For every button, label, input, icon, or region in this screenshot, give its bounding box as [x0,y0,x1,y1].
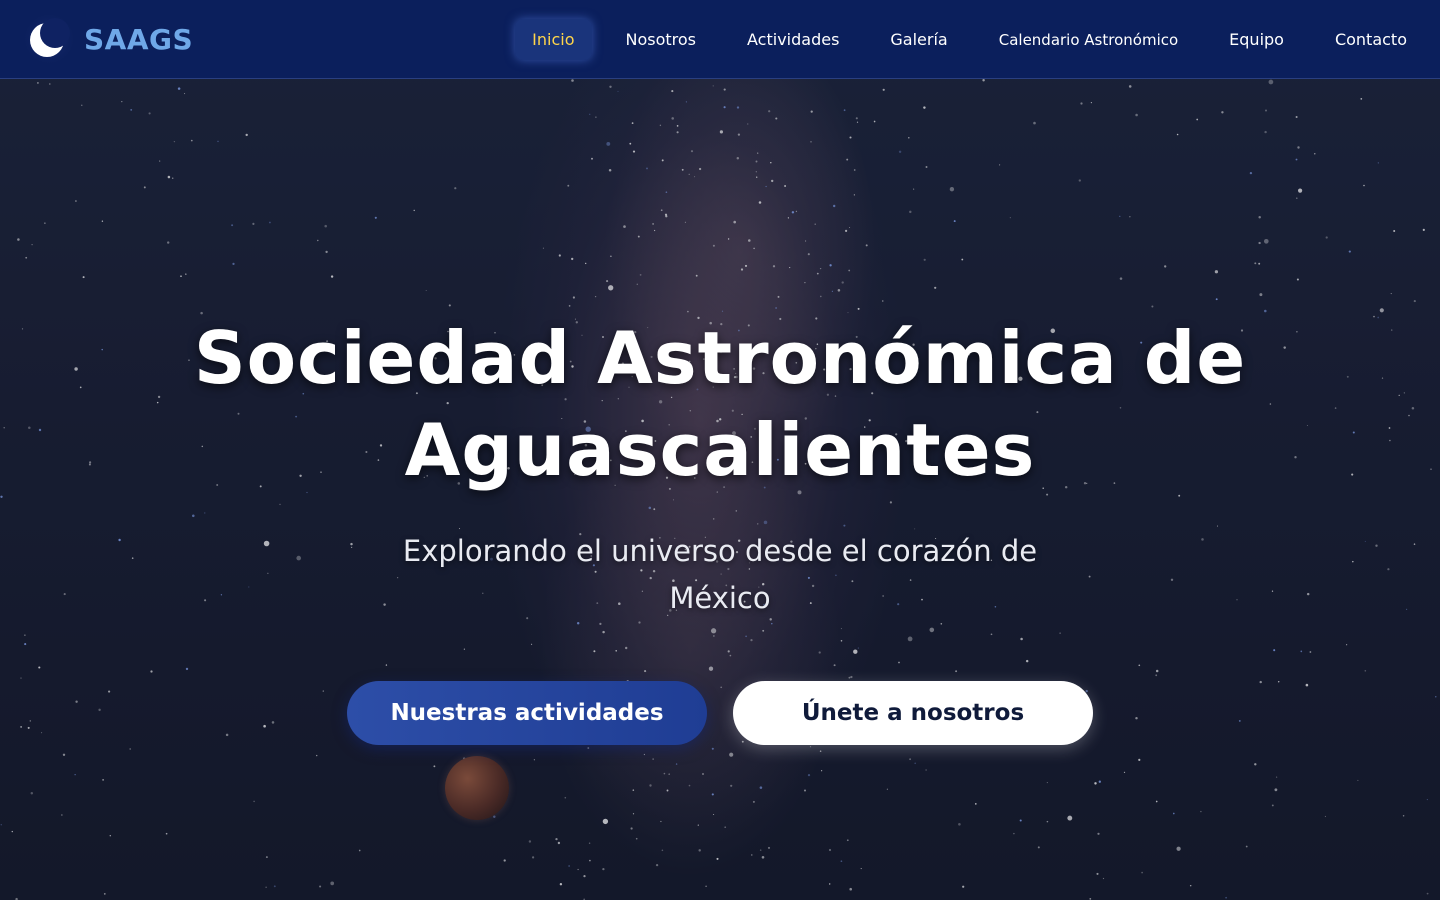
nav-item-calendario[interactable]: Calendario Astronómico [982,20,1195,60]
brand-logo[interactable]: SAAGS [24,14,193,64]
nav-links: Inicio Nosotros Actividades Galería Cale… [498,17,1424,62]
hero-title-line-2: Aguascalientes [404,408,1036,492]
page: SAAGS Inicio Nosotros Actividades Galerí… [0,0,1440,900]
nav-item-actividades[interactable]: Actividades [730,19,856,60]
planet-decoration [445,756,509,820]
nav-item-contacto[interactable]: Contacto [1318,19,1424,60]
activities-button[interactable]: Nuestras actividades [347,681,707,745]
hero-title-line-1: Sociedad Astronómica de [193,316,1247,400]
nav-item-galeria[interactable]: Galería [873,19,964,60]
join-us-button[interactable]: Únete a nosotros [733,681,1093,745]
hero-title: Sociedad Astronómica de Aguascalientes [0,312,1440,496]
hero-subtitle: Explorando el universo desde el corazón … [402,534,1038,615]
navbar: SAAGS Inicio Nosotros Actividades Galerí… [0,0,1440,79]
crescent-moon-icon [24,14,74,64]
brand-name: SAAGS [84,22,194,56]
nav-item-nosotros[interactable]: Nosotros [609,19,714,60]
nav-item-inicio[interactable]: Inicio [515,19,592,60]
nav-item-equipo[interactable]: Equipo [1212,19,1301,60]
